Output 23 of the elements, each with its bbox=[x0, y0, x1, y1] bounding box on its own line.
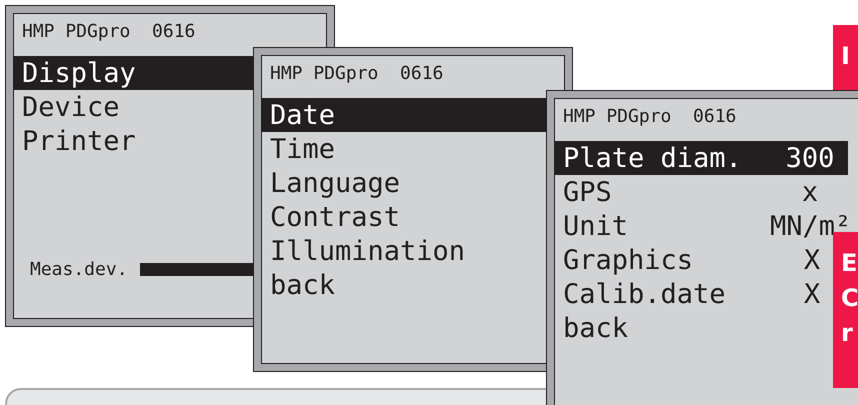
menu-item[interactable]: Illumination bbox=[262, 234, 546, 268]
callout-text: C bbox=[841, 283, 858, 314]
device-header: HMP PDGpro 0616 bbox=[562, 105, 738, 129]
menu-item[interactable]: Device bbox=[14, 90, 253, 124]
menu-item[interactable]: Date bbox=[262, 98, 546, 132]
menu-item[interactable]: Time bbox=[262, 132, 546, 166]
menu-item[interactable]: Calib.date X bbox=[555, 277, 833, 311]
menu-item[interactable]: Contrast bbox=[262, 200, 546, 234]
device-header: HMP PDGpro 0616 bbox=[21, 20, 196, 44]
menu-item[interactable]: Unit MN/m² bbox=[555, 209, 848, 243]
menu-item[interactable]: GPS x bbox=[555, 175, 848, 209]
status-label: Meas.dev. bbox=[30, 259, 128, 280]
menu-item[interactable]: back bbox=[555, 311, 833, 345]
menu-item[interactable]: Graphics X bbox=[555, 243, 833, 277]
callout-text: I bbox=[841, 41, 851, 72]
menu-item[interactable]: Language bbox=[262, 166, 546, 200]
device-header: HMP PDGpro 0616 bbox=[269, 62, 444, 86]
callout-text: E bbox=[841, 248, 858, 279]
menu-item[interactable]: Display bbox=[14, 56, 253, 90]
callout-text: r bbox=[841, 318, 854, 349]
menu-item[interactable]: Plate diam. 300 bbox=[555, 141, 848, 175]
menu-item[interactable]: back bbox=[262, 268, 546, 302]
menu-item[interactable]: Printer bbox=[14, 124, 253, 158]
